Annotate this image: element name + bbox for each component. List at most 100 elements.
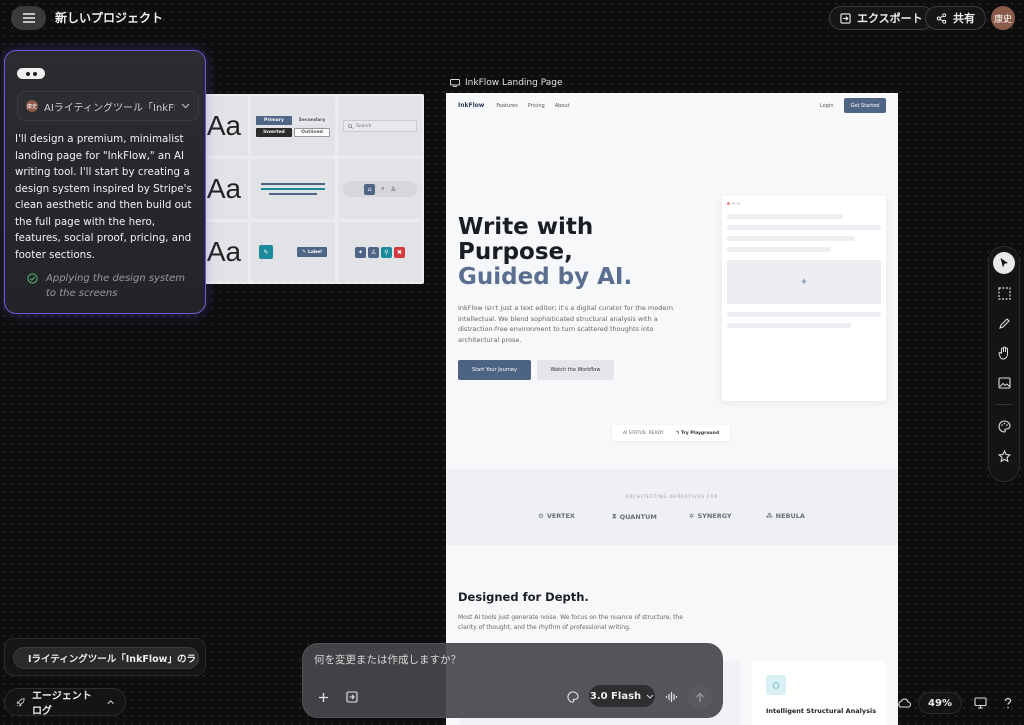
primary-sample: Primary — [256, 115, 292, 125]
agent-log-button[interactable]: エージェント ログ — [4, 688, 126, 717]
secondary-sample: Secondary — [294, 115, 330, 125]
frame-label[interactable]: InkFlow Landing Page — [450, 78, 563, 88]
monitor-icon — [450, 79, 460, 87]
cloud-sync-button[interactable] — [895, 694, 913, 712]
depth-description: Most AI tools just generate noise. We fo… — [458, 614, 683, 631]
inverted-sample: Inverted — [256, 127, 292, 137]
task-status-text: Applying the design system to the screen… — [46, 273, 185, 299]
share-button[interactable]: 共有 — [925, 6, 986, 30]
nav-features[interactable]: Features — [496, 103, 518, 109]
logo-vertex: ⚙ VERTEX — [538, 512, 575, 520]
ai-status-text: AI STATUS: READY — [622, 430, 664, 436]
marquee-icon — [997, 286, 1011, 300]
label-sample: ✎ Label — [297, 247, 327, 257]
menu-button[interactable] — [11, 6, 46, 30]
depth-title: Designed for Depth. — [458, 590, 589, 604]
hand-tool[interactable] — [993, 342, 1015, 364]
task-panel: Iライティングツール「InkFlow」のランデ… — [4, 638, 206, 676]
task-pill[interactable]: Iライティングツール「InkFlow」のランデ… — [13, 647, 199, 669]
window-dots — [727, 202, 740, 205]
project-title[interactable]: 新しいプロジェクト — [55, 9, 163, 26]
prompt-box[interactable]: 何を変更または作成しますか？ 3.0 Flash — [302, 643, 723, 718]
waveform-icon — [665, 692, 677, 702]
aa-sample: Aa — [206, 110, 242, 141]
typography-sample: Aa — [200, 96, 248, 156]
insert-icon — [346, 691, 358, 703]
star-icon — [997, 449, 1011, 462]
editor-mockup-card: ✦ — [722, 196, 886, 401]
style-button[interactable] — [564, 688, 582, 706]
user-avatar[interactable]: 康史 — [991, 6, 1015, 30]
share-icon — [936, 12, 947, 24]
nav-about[interactable]: About — [555, 103, 570, 109]
chevron-down-icon — [181, 103, 190, 109]
logo-nebula: ⁂ NEBULA — [766, 512, 805, 520]
search-sample: Search — [338, 96, 422, 156]
image-tool[interactable] — [993, 372, 1015, 394]
prompt-input[interactable]: 何を変更または作成しますか？ — [314, 652, 461, 667]
palette-icon — [998, 419, 1011, 433]
chat-panel: 康史 AIライティングツール「InkFlo… I'll design a pre… — [4, 50, 206, 314]
trash-icon: ✖ — [394, 246, 405, 258]
avatar: 康史 — [26, 100, 38, 112]
export-icon — [840, 12, 851, 24]
task-status: Applying the design system to the screen… — [27, 271, 197, 301]
export-button[interactable]: エクスポート — [829, 6, 934, 30]
frame-label-text: InkFlow Landing Page — [465, 78, 563, 88]
theme-tool[interactable] — [993, 415, 1015, 437]
favorite-tool[interactable] — [993, 445, 1015, 467]
hero-title: Write with Purpose, Guided by AI. — [458, 214, 633, 290]
task-label: Iライティングツール「InkFlow」のランデ… — [28, 654, 198, 665]
insert-button[interactable] — [343, 688, 361, 706]
outlined-sample: Outlined — [294, 127, 330, 137]
model-label: 3.0 Flash — [589, 690, 642, 702]
icon-buttons-sample: ✦ ♙ ⚲ ✖ — [338, 222, 422, 282]
conversation-select[interactable]: 康史 AIライティングツール「InkFlo… — [17, 91, 199, 121]
cursor-icon — [1000, 258, 1008, 268]
present-button[interactable] — [971, 694, 989, 712]
export-label: エクスポート — [857, 12, 923, 25]
ai-status-pill: AI STATUS: READY ↰ Try Playground — [612, 425, 730, 441]
model-selector[interactable]: 3.0 Flash — [589, 685, 655, 707]
try-playground-button[interactable]: ↰ Try Playground — [676, 431, 719, 436]
send-button[interactable] — [688, 685, 712, 709]
get-started-button[interactable]: Get Started — [844, 98, 886, 113]
start-journey-button[interactable]: Start Your Journey — [458, 360, 531, 380]
typing-indicator — [17, 68, 45, 79]
landing-nav: InkFlow Features Pricing About Login Get… — [446, 93, 898, 118]
edit-button-sample: ✎ ✎ Label — [251, 222, 335, 282]
people-icon: ♙ — [368, 246, 379, 258]
typography-sample-2: Aa — [200, 159, 248, 219]
pen-tool[interactable] — [993, 312, 1015, 334]
feature-title: Intelligent Structural Analysis — [766, 707, 877, 715]
voice-button[interactable] — [662, 688, 680, 706]
watch-workflow-button[interactable]: Watch the Workflow — [537, 360, 614, 380]
marquee-tool[interactable] — [993, 282, 1015, 304]
design-system-card[interactable]: Aa Primary Secondary Inverted Outlined S… — [198, 94, 424, 284]
network-icon: ⬡ — [766, 675, 786, 695]
icon-toolbar-sample: ⌂ ⌕ ♙ — [338, 159, 422, 219]
agent-log-label: エージェント ログ — [31, 691, 92, 717]
logos-strip: ARCHITECTING NARRATIVES FOR ⚙ VERTEX ⧗ QUA… — [446, 469, 898, 545]
check-circle-icon — [27, 273, 38, 284]
pencil-icon: ✎ — [259, 245, 273, 259]
zoom-level[interactable]: 49% — [918, 692, 962, 714]
login-link[interactable]: Login — [820, 103, 834, 109]
add-button[interactable] — [314, 688, 332, 706]
progress-lines-sample — [251, 159, 335, 219]
hand-icon — [998, 346, 1008, 360]
cloud-icon — [898, 698, 911, 708]
logo-quantum: ⧗ QUANTUM — [612, 512, 657, 521]
select-tool[interactable] — [993, 252, 1015, 274]
help-button[interactable] — [999, 694, 1017, 712]
pencil-icon — [998, 317, 1010, 329]
rocket-icon — [16, 697, 25, 706]
link-icon: ⚲ — [381, 246, 392, 258]
arrow-up-icon — [696, 692, 704, 702]
search-icon: ⌕ — [381, 185, 385, 192]
chevron-up-icon — [107, 700, 114, 704]
nav-pricing[interactable]: Pricing — [528, 103, 545, 109]
palette-icon — [567, 691, 579, 703]
landing-page-frame[interactable]: InkFlow Features Pricing About Login Get… — [446, 93, 898, 725]
typography-sample-3: Aa — [200, 222, 248, 282]
